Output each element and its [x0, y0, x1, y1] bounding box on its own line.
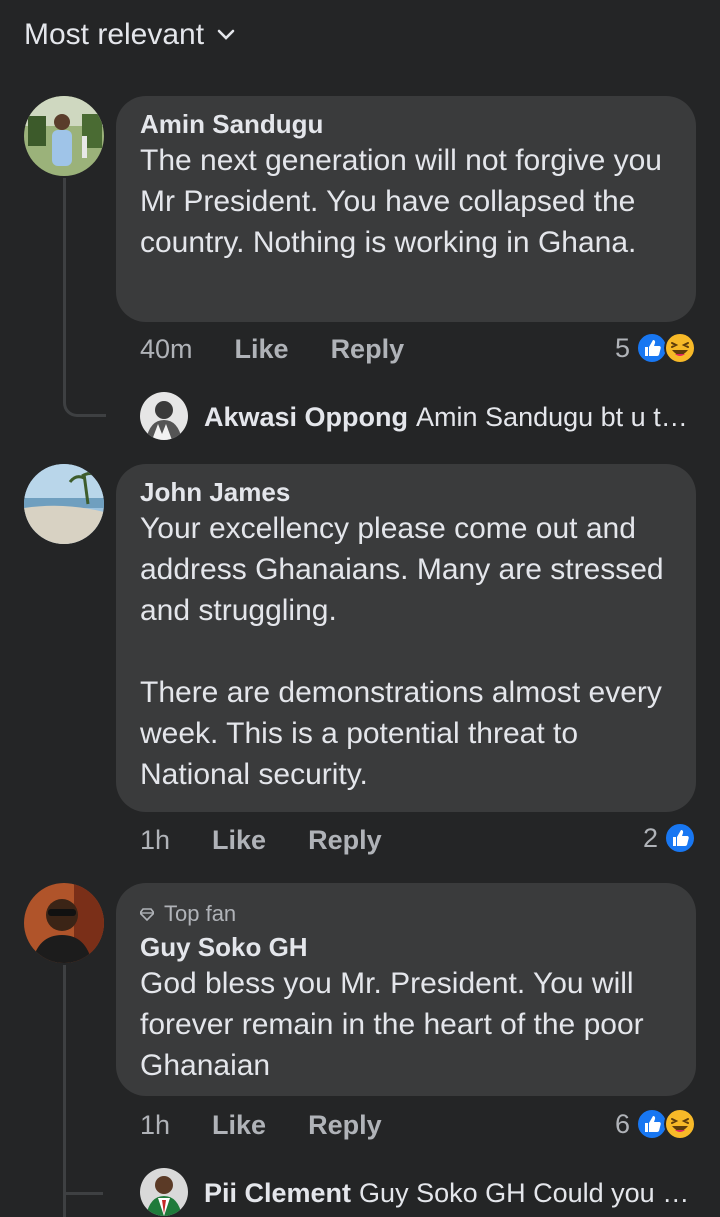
avatar[interactable] [24, 464, 104, 544]
like-icon [664, 822, 696, 854]
comment-actions: 1h Like Reply [140, 825, 424, 856]
comment-actions: 40m Like Reply [140, 334, 446, 365]
chevron-down-icon [217, 29, 235, 40]
comment-time[interactable]: 40m [140, 334, 193, 365]
avatar-photo [24, 883, 104, 963]
avatar-photo [140, 1168, 188, 1216]
reply-author[interactable]: Akwasi Oppong [204, 402, 408, 432]
comment-bubble[interactable]: John James Your excellency please come o… [116, 464, 696, 812]
reaction-summary[interactable]: 5 [615, 332, 696, 364]
reaction-summary[interactable]: 6 [615, 1108, 696, 1140]
reply-text: Amin Sandugu bt u typi... [416, 402, 696, 432]
avatar[interactable] [24, 883, 104, 963]
reaction-summary[interactable]: 2 [643, 822, 696, 854]
top-fan-label: Top fan [164, 901, 237, 926]
reply-preview[interactable]: Pii Clement Guy Soko GH Could you ple... [204, 1178, 696, 1209]
like-button[interactable]: Like [212, 1110, 266, 1141]
diamond-icon [140, 908, 154, 921]
reply-text: Guy Soko GH Could you ple... [359, 1178, 696, 1208]
comment-author[interactable]: Amin Sandugu [140, 108, 672, 140]
reply-avatar[interactable] [140, 392, 188, 440]
comment-text: The next generation will not forgive you… [140, 144, 662, 259]
sort-dropdown[interactable]: Most relevant [24, 18, 236, 52]
reply-preview[interactable]: Akwasi Oppong Amin Sandugu bt u typi... [204, 402, 696, 433]
haha-icon [664, 332, 696, 364]
like-button[interactable]: Like [212, 825, 266, 856]
comment-text: Your excellency please come out and addr… [140, 512, 664, 791]
reply-connector [63, 1160, 103, 1195]
avatar-photo [24, 96, 104, 176]
reaction-count: 2 [642, 822, 658, 853]
comment-author[interactable]: Guy Soko GH [140, 931, 672, 963]
avatar-photo [140, 392, 188, 440]
reply-avatar[interactable] [140, 1168, 188, 1216]
comment-bubble[interactable]: Top fan Guy Soko GH God bless you Mr. Pr… [116, 883, 696, 1096]
thread-line [63, 178, 66, 400]
reply-author[interactable]: Pii Clement [204, 1178, 351, 1208]
like-button[interactable]: Like [235, 334, 289, 365]
reaction-count: 6 [614, 1108, 630, 1139]
avatar[interactable] [24, 96, 104, 176]
reply-button[interactable]: Reply [308, 825, 382, 856]
reaction-count: 5 [614, 332, 630, 363]
comment-time[interactable]: 1h [140, 825, 170, 856]
haha-icon [664, 1108, 696, 1140]
comment-author[interactable]: John James [140, 476, 672, 508]
top-fan-badge: Top fan [140, 901, 672, 927]
comment-time[interactable]: 1h [140, 1110, 170, 1141]
comment-text: God bless you Mr. President. You will fo… [140, 967, 644, 1082]
reply-button[interactable]: Reply [308, 1110, 382, 1141]
avatar-photo [24, 464, 104, 544]
comment-bubble[interactable]: Amin Sandugu The next generation will no… [116, 96, 696, 322]
comment-actions: 1h Like Reply [140, 1110, 424, 1141]
reply-connector [63, 380, 106, 417]
sort-label: Most relevant [24, 18, 205, 51]
reply-button[interactable]: Reply [331, 334, 405, 365]
